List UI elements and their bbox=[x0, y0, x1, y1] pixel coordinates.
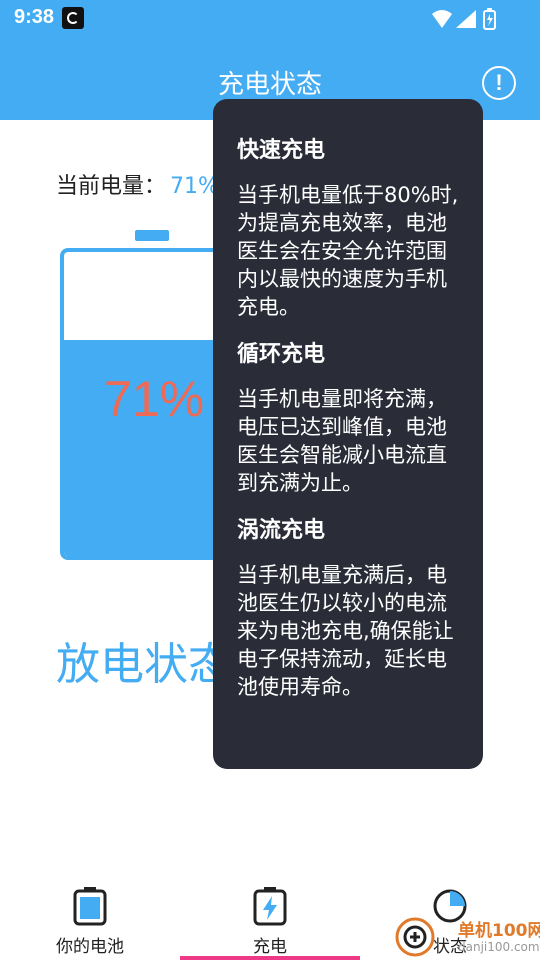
active-tab-indicator bbox=[180, 956, 360, 960]
nav-label: 你的电池 bbox=[56, 937, 124, 957]
watermark-logo-icon bbox=[395, 917, 435, 957]
popover-body: 当手机电量低于80%时,为提高充电效率，电池医生会在安全允许范围内以最快的速度为… bbox=[237, 183, 459, 319]
charging-battery-icon bbox=[253, 887, 287, 926]
battery-cap bbox=[135, 230, 169, 241]
popover-heading: 快速充电 bbox=[237, 138, 326, 163]
status-bar: 9:38 bbox=[0, 0, 540, 38]
battery-level-row: 当前电量： 71% bbox=[56, 168, 219, 200]
popover-section-trickle: 涡流充电 当手机电量充满后，电池医生仍以较小的电流来为电池充电,确保能让电子保持… bbox=[237, 515, 461, 701]
page-title: 充电状态 bbox=[217, 70, 322, 100]
info-button[interactable]: ! bbox=[482, 66, 516, 100]
battery-level-label: 当前电量： bbox=[56, 174, 167, 199]
info-icon: ! bbox=[495, 70, 503, 95]
popover-heading: 涡流充电 bbox=[237, 518, 326, 543]
battery-icon bbox=[73, 887, 107, 926]
wifi-icon bbox=[432, 10, 452, 28]
charging-info-popover: 快速充电 当手机电量低于80%时,为提高充电效率，电池医生会在安全允许范围内以最… bbox=[213, 99, 483, 769]
signal-icon bbox=[456, 10, 476, 28]
nav-label: 充电 bbox=[253, 937, 287, 957]
app-notification-icon bbox=[62, 7, 84, 29]
popover-body: 当手机电量即将充满，电压已达到峰值，电池医生会智能减小电流直到充满为止。 bbox=[237, 387, 447, 495]
battery-level-value: 71% bbox=[170, 174, 219, 199]
watermark-url: danji100.com bbox=[458, 940, 540, 954]
system-status-icons bbox=[432, 8, 496, 30]
status-time: 9:38 bbox=[14, 6, 55, 28]
nav-item-your-battery[interactable]: 你的电池 bbox=[0, 876, 180, 960]
popover-body: 当手机电量充满后，电池医生仍以较小的电流来为电池充电,确保能让电子保持流动，延长… bbox=[237, 563, 454, 699]
discharge-status-title: 放电状态 bbox=[56, 639, 232, 690]
watermark-text: 单机100网 bbox=[458, 921, 540, 941]
popover-section-fast: 快速充电 当手机电量低于80%时,为提高充电效率，电池医生会在安全允许范围内以最… bbox=[237, 135, 461, 321]
popover-section-cycle: 循环充电 当手机电量即将充满，电压已达到峰值，电池医生会智能减小电流直到充满为止… bbox=[237, 339, 461, 497]
watermark: 单机100网 danji100.com bbox=[392, 914, 540, 960]
nav-item-charging[interactable]: 充电 bbox=[180, 876, 360, 960]
popover-heading: 循环充电 bbox=[237, 342, 326, 367]
